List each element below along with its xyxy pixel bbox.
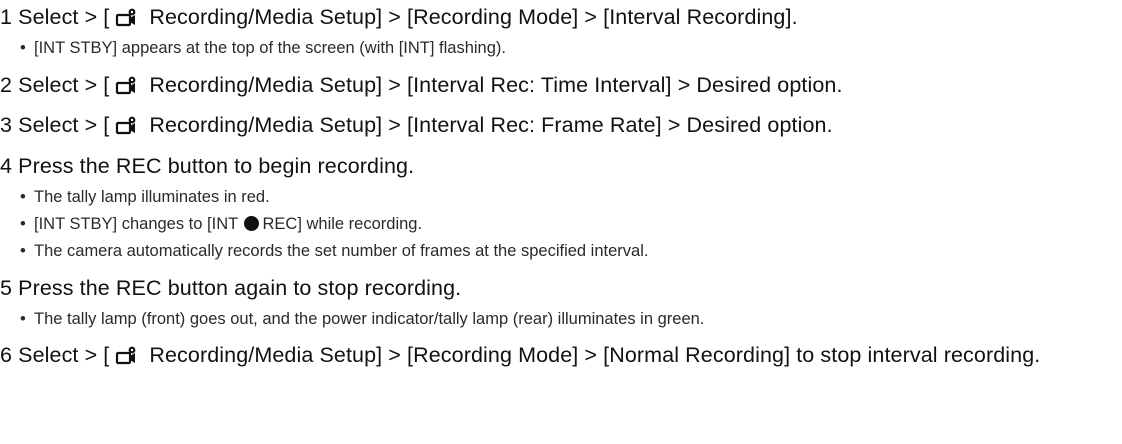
step-number: 5	[0, 276, 13, 300]
step-4-bullet-2: • [INT STBY] changes to [INT REC] while r…	[20, 214, 422, 234]
step-tail: Recording/Media Setup] > [Recording Mode…	[149, 5, 798, 29]
step-tail: Recording/Media Setup] > [Interval Rec: …	[149, 113, 833, 137]
bullet-text: [INT STBY] appears at the top of the scr…	[34, 39, 506, 57]
recording-setup-camera-icon	[116, 76, 136, 95]
step-6: 6 Select > [ Recording/Media Setup] > [Re…	[0, 342, 1116, 368]
step-tail: Recording/Media Setup] > [Recording Mode…	[149, 343, 1041, 367]
step-lead: Select > [	[18, 73, 110, 97]
step-number: 1	[0, 5, 13, 29]
step-1-bullet-1: • [INT STBY] appears at the top of the sc…	[20, 38, 506, 58]
recording-setup-camera-icon	[116, 346, 136, 365]
step-tail: Recording/Media Setup] > [Interval Rec: …	[149, 73, 843, 97]
instruction-document: 1 Select > [ Recording/Media Setup] > [Re…	[0, 0, 1122, 444]
step-number: 4	[0, 154, 13, 178]
bullet-text: The tally lamp illuminates in red.	[34, 188, 270, 206]
step-number: 2	[0, 73, 13, 97]
step-text: Press the REC button again to stop recor…	[18, 276, 462, 300]
step-number: 6	[0, 343, 13, 367]
step-5: 5 Press the REC button again to stop rec…	[0, 275, 461, 301]
step-lead: Select > [	[18, 113, 110, 137]
bullet-glyph: •	[20, 188, 26, 206]
step-2: 2 Select > [ Recording/Media Setup] > [In…	[0, 72, 843, 98]
step-text: Press the REC button to begin recording.	[18, 154, 415, 178]
bullet-text-before: [INT STBY] changes to [INT	[34, 215, 243, 233]
step-3: 3 Select > [ Recording/Media Setup] > [In…	[0, 112, 833, 138]
bullet-glyph: •	[20, 310, 26, 328]
bullet-text: The tally lamp (front) goes out, and the…	[34, 310, 705, 328]
recording-setup-camera-icon	[116, 8, 136, 27]
record-dot-icon	[244, 216, 260, 231]
step-number: 3	[0, 113, 13, 137]
bullet-text: The camera automatically records the set…	[34, 242, 649, 260]
step-4: 4 Press the REC button to begin recordin…	[0, 153, 414, 179]
bullet-glyph: •	[20, 215, 26, 233]
recording-setup-camera-icon	[116, 116, 136, 135]
step-1: 1 Select > [ Recording/Media Setup] > [Re…	[0, 4, 798, 30]
step-4-bullet-3: • The camera automatically records the se…	[20, 241, 648, 261]
step-4-bullet-1: • The tally lamp illuminates in red.	[20, 187, 270, 207]
step-5-bullet-1: • The tally lamp (front) goes out, and th…	[20, 309, 704, 329]
bullet-glyph: •	[20, 39, 26, 57]
step-lead: Select > [	[18, 5, 110, 29]
bullet-text-after: REC] while recording.	[262, 215, 423, 233]
step-lead: Select > [	[18, 343, 110, 367]
bullet-glyph: •	[20, 242, 26, 260]
